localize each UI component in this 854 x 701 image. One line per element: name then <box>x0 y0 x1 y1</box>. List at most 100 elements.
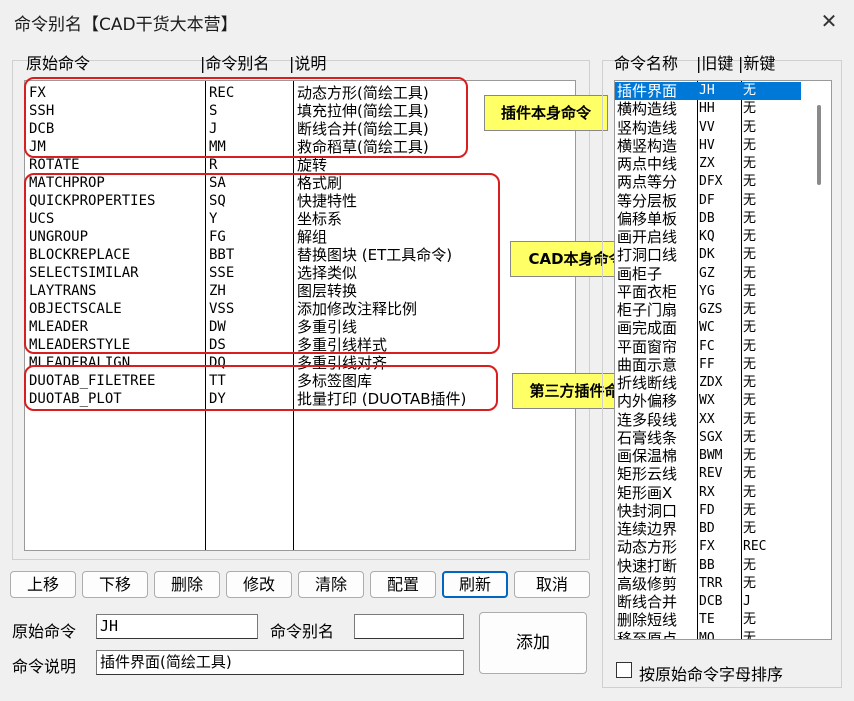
list-item[interactable]: 移至原点 MO 无 <box>615 630 801 640</box>
list-item[interactable]: 打洞口线 DK 无 <box>615 246 801 264</box>
command-name-cell: 偏移单板 <box>617 209 678 228</box>
header-original: 原始命令 <box>26 54 91 73</box>
list-item[interactable]: 横构造线 HH 无 <box>615 100 801 118</box>
command-name-cell: 横构造线 <box>617 100 678 119</box>
list-item[interactable]: 曲面示意 FF 无 <box>615 356 801 374</box>
list-item[interactable]: 柜子门扇 GZS 无 <box>615 301 801 319</box>
table-row[interactable]: ROTATE R 旋转 <box>25 156 577 174</box>
alias-cell: R <box>209 157 218 173</box>
new-key-cell: 无 <box>743 338 757 354</box>
original-command-cell: ROTATE <box>29 157 80 173</box>
list-item[interactable]: 偏移单板 DB 无 <box>615 210 801 228</box>
header-desc: |说明 <box>289 54 327 73</box>
command-name-cell: 平面窗帘 <box>617 337 678 356</box>
new-key-cell: 无 <box>743 192 757 208</box>
list-item[interactable]: 画完成面 WC 无 <box>615 319 801 337</box>
description-input[interactable]: 插件界面(简绘工具) <box>96 650 464 675</box>
list-item[interactable]: 竖构造线 VV 无 <box>615 119 801 137</box>
old-key-cell: FC <box>699 338 715 354</box>
command-name-cell: 曲面示意 <box>617 355 678 374</box>
list-item[interactable]: 两点中线 ZX 无 <box>615 155 801 173</box>
old-key-cell: TRR <box>699 575 723 591</box>
new-key-cell: 无 <box>743 320 757 336</box>
command-name-cell: 画柜子 <box>617 264 663 283</box>
move-up-button[interactable]: 上移 <box>10 571 76 598</box>
old-key-cell: FD <box>699 502 715 518</box>
old-key-cell: GZS <box>699 302 723 317</box>
close-icon[interactable]: ✕ <box>818 10 840 32</box>
command-name-cell: 折线断线 <box>617 374 678 392</box>
old-key-cell: DF <box>699 192 715 208</box>
list-item[interactable]: 画柜子 GZ 无 <box>615 265 801 283</box>
list-item[interactable]: 矩形画X RX 无 <box>615 484 801 502</box>
list-item[interactable]: 石膏线条 SGX 无 <box>615 429 801 447</box>
plugin-commands-highlight <box>24 77 468 158</box>
new-key-cell: 无 <box>743 119 757 135</box>
list-item[interactable]: 连多段线 XX 无 <box>615 411 801 429</box>
list-item[interactable]: 断线合并 DCB J <box>615 593 801 611</box>
sort-checkbox[interactable] <box>616 662 632 678</box>
list-item[interactable]: 高级修剪 TRR 无 <box>615 575 801 593</box>
list-item[interactable]: 等分层板 DF 无 <box>615 192 801 210</box>
clear-button[interactable]: 清除 <box>298 571 364 598</box>
list-item[interactable]: 快封洞口 FD 无 <box>615 502 801 520</box>
list-item[interactable]: 插件界面 JH 无 <box>615 82 801 101</box>
modify-button[interactable]: 修改 <box>226 571 292 598</box>
callout-plugin: 插件本身命令 <box>484 95 608 131</box>
list-item[interactable]: 矩形云线 REV 无 <box>615 465 801 483</box>
old-key-cell: DK <box>699 247 715 263</box>
list-item[interactable]: 平面衣柜 YG 无 <box>615 283 801 301</box>
old-key-cell: DB <box>699 210 715 226</box>
old-key-cell: MO <box>699 630 715 640</box>
new-key-cell: 无 <box>743 575 757 591</box>
list-item[interactable]: 画开启线 KQ 无 <box>615 228 801 246</box>
old-key-cell: REV <box>699 466 723 482</box>
command-name-cell: 横竖构造 <box>617 136 678 155</box>
list-item[interactable]: 两点等分 DFX 无 <box>615 173 801 191</box>
command-name-cell: 高级修剪 <box>617 574 678 593</box>
scrollbar-thumb[interactable] <box>817 105 821 185</box>
list-item[interactable]: 动态方形 FX REC <box>615 538 801 556</box>
description-label: 命令说明 <box>12 657 77 676</box>
cancel-button[interactable]: 取消 <box>514 571 590 598</box>
list-item[interactable]: 连续边界 BD 无 <box>615 520 801 538</box>
command-name-cell: 画保温棉 <box>617 447 678 465</box>
new-key-cell: 无 <box>743 156 757 171</box>
new-key-cell: J <box>743 594 751 609</box>
move-down-button[interactable]: 下移 <box>82 571 148 598</box>
new-key-cell: 无 <box>743 429 757 445</box>
new-key-cell: 无 <box>743 393 757 409</box>
list-item[interactable]: 横竖构造 HV 无 <box>615 137 801 155</box>
list-item[interactable]: 画保温棉 BWM 无 <box>615 447 801 465</box>
old-key-cell: DFX <box>699 174 723 190</box>
list-item[interactable]: 删除短线 TE 无 <box>615 611 801 629</box>
alias-label: 命令别名 <box>270 622 335 641</box>
new-key-cell: 无 <box>743 265 757 281</box>
command-name-cell: 内外偏移 <box>617 392 678 411</box>
new-key-cell: 无 <box>743 466 757 482</box>
original-command-label: 原始命令 <box>12 622 77 641</box>
delete-button[interactable]: 删除 <box>154 571 220 598</box>
new-key-cell: 无 <box>743 448 757 463</box>
command-name-cell: 快速打断 <box>617 556 678 575</box>
list-item[interactable]: 内外偏移 WX 无 <box>615 392 801 410</box>
header-alias: |命令别名 <box>200 54 270 73</box>
config-button[interactable]: 配置 <box>370 571 436 598</box>
original-command-input[interactable]: JH <box>96 614 258 639</box>
old-key-cell: XX <box>699 411 715 427</box>
new-key-cell: 无 <box>743 521 757 536</box>
command-name-cell: 竖构造线 <box>617 118 678 137</box>
shortcut-list[interactable]: 插件界面 JH 无横构造线 HH 无竖构造线 VV 无横竖构造 HV 无两点中线 ZX 无两点等分 D… <box>614 80 832 640</box>
list-item[interactable]: 快速打断 BB 无 <box>615 557 801 575</box>
list-item[interactable]: 折线断线 ZDX 无 <box>615 374 801 392</box>
refresh-button[interactable]: 刷新 <box>442 571 508 598</box>
command-name-cell: 插件界面 <box>617 82 678 100</box>
list-item[interactable]: 平面窗帘 FC 无 <box>615 338 801 356</box>
add-button[interactable]: 添加 <box>479 612 587 674</box>
new-key-cell: 无 <box>743 502 757 518</box>
header-command-name: 命令名称 <box>614 54 679 73</box>
old-key-cell: WC <box>699 320 715 336</box>
command-name-cell: 两点中线 <box>617 155 678 173</box>
description-cell: 旋转 <box>297 156 328 174</box>
alias-input[interactable] <box>354 614 464 639</box>
